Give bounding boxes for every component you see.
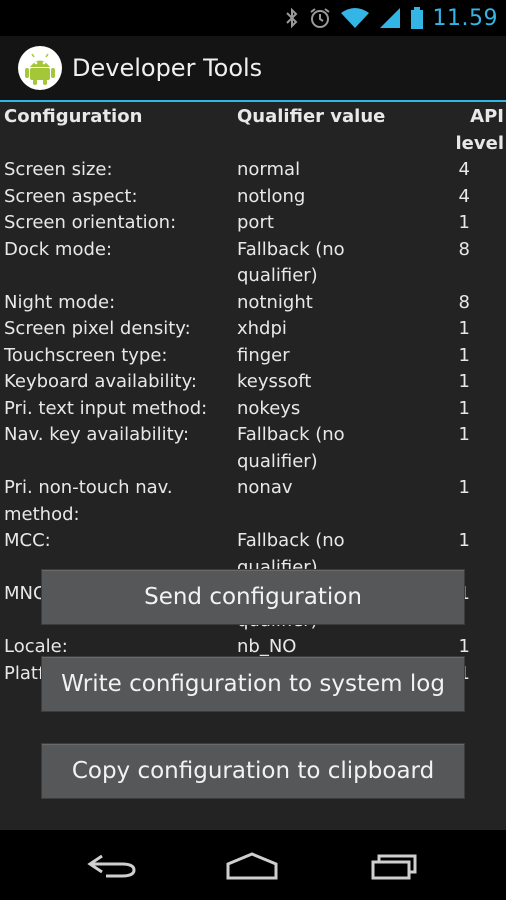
config-name: Keyboard availability: xyxy=(4,371,197,392)
table-row: Pri. non-touch nav. method: nonav 1 xyxy=(4,475,504,528)
header-qualifier-value: Qualifier value xyxy=(237,106,386,127)
api-level: 1 xyxy=(458,344,470,366)
api-level: 8 xyxy=(458,291,470,313)
content-area: Configuration Qualifier value API level … xyxy=(0,102,506,830)
api-level: 1 xyxy=(458,477,470,498)
api-level: 1 xyxy=(458,424,470,445)
alarm-icon xyxy=(309,8,330,28)
table-row: Screen pixel density: xhdpi 1 xyxy=(4,316,504,343)
wifi-icon xyxy=(340,8,369,28)
config-name: Dock mode: xyxy=(4,238,113,260)
table-row: Screen orientation: port 1 xyxy=(4,210,504,237)
config-name: Pri. non-touch nav. method: xyxy=(4,477,173,525)
config-name: Nav. key availability: xyxy=(4,424,190,445)
write-log-button[interactable]: Write configuration to system log xyxy=(41,656,465,712)
back-icon[interactable] xyxy=(82,850,142,882)
config-name: Screen aspect: xyxy=(4,185,138,207)
qualifier-value: finger xyxy=(237,344,290,366)
qualifier-value: notnight xyxy=(237,291,313,313)
table-row: Keyboard availability: keyssoft 1 xyxy=(4,369,504,396)
copy-clipboard-button[interactable]: Copy configuration to clipboard xyxy=(41,743,465,799)
config-name: Screen orientation: xyxy=(4,212,177,233)
table-row: Dock mode: Fallback (no qualifier) 8 xyxy=(4,237,504,290)
table-row: Pri. text input method: nokeys 1 xyxy=(4,396,504,423)
table-header-row: Configuration Qualifier value API level xyxy=(4,104,504,157)
battery-icon xyxy=(410,7,423,29)
table-row: Screen aspect: notlong 4 xyxy=(4,184,504,211)
status-clock: 11.59 xyxy=(432,5,498,31)
api-level: 1 xyxy=(458,530,470,551)
recent-apps-icon[interactable] xyxy=(365,850,425,882)
config-name: Touchscreen type: xyxy=(4,344,168,366)
config-name: Screen size: xyxy=(4,159,113,180)
qualifier-value: Fallback (no qualifier) xyxy=(237,238,345,287)
table-row: Nav. key availability: Fallback (no qual… xyxy=(4,422,504,475)
home-icon[interactable] xyxy=(222,850,282,882)
action-bar: Developer Tools xyxy=(0,36,506,102)
send-configuration-button[interactable]: Send configuration xyxy=(41,569,465,625)
qualifier-value: nokeys xyxy=(237,397,301,419)
config-name: MCC: xyxy=(4,530,51,551)
header-configuration: Configuration xyxy=(4,106,143,127)
api-level: 1 xyxy=(458,397,470,419)
api-level: 8 xyxy=(458,238,470,260)
qualifier-value: port xyxy=(237,212,274,233)
qualifier-value: xhdpi xyxy=(237,318,287,339)
navigation-bar xyxy=(0,830,506,900)
qualifier-value: Fallback (no qualifier) xyxy=(237,424,345,472)
app-title: Developer Tools xyxy=(72,54,263,82)
qualifier-value: keyssoft xyxy=(237,371,312,392)
api-level: 1 xyxy=(458,212,470,233)
status-bar: 11.59 xyxy=(0,0,506,36)
api-level: 1 xyxy=(458,371,470,392)
table-row: Screen size: normal 4 xyxy=(4,157,504,184)
table-row: Night mode: notnight 8 xyxy=(4,290,504,317)
qualifier-value: notlong xyxy=(237,185,306,207)
api-level: 4 xyxy=(458,185,470,207)
signal-icon xyxy=(379,8,400,28)
android-icon[interactable] xyxy=(18,46,62,90)
qualifier-value: normal xyxy=(237,159,301,180)
config-name: Screen pixel density: xyxy=(4,318,191,339)
api-level: 1 xyxy=(458,318,470,339)
table-row: Touchscreen type: finger 1 xyxy=(4,343,504,370)
status-icons: 11.59 xyxy=(285,0,498,36)
qualifier-value: nonav xyxy=(237,477,293,498)
header-api-level: API level xyxy=(455,106,505,154)
bluetooth-icon xyxy=(285,7,297,29)
config-name: Night mode: xyxy=(4,291,116,313)
api-level: 4 xyxy=(458,159,470,180)
config-name: Pri. text input method: xyxy=(4,397,208,419)
